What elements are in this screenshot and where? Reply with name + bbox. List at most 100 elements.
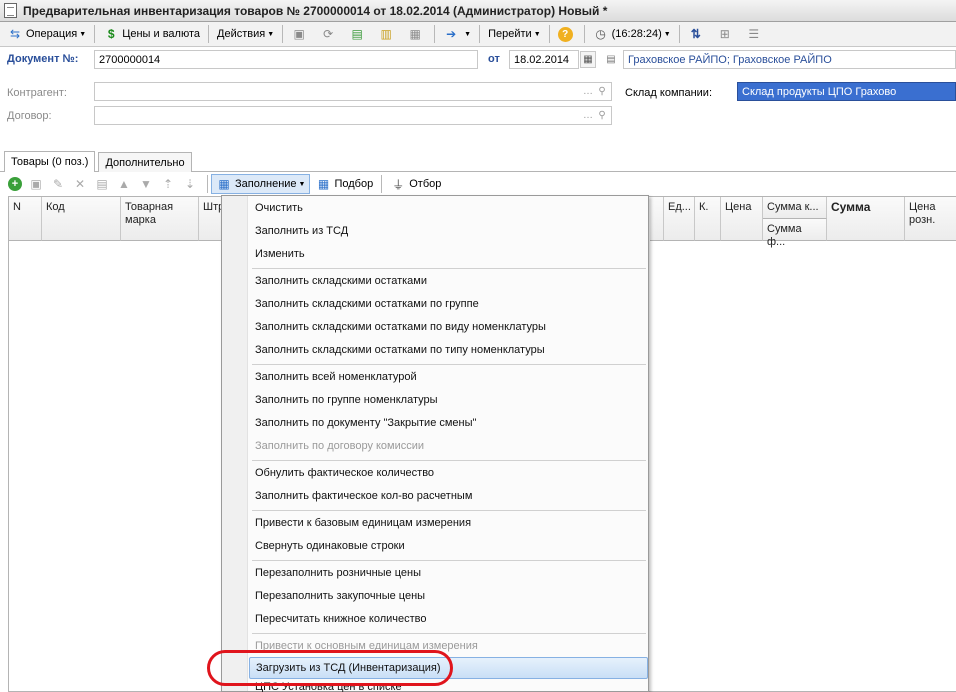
organization-field[interactable]: Граховское РАЙПО; Граховское РАЙПО: [623, 50, 956, 69]
list-picker-icon[interactable]: ▤: [603, 51, 619, 68]
column-header-n[interactable]: N: [9, 197, 42, 241]
column-header-code[interactable]: Код: [42, 197, 121, 241]
move-up-icon[interactable]: ▲: [116, 176, 132, 192]
menu-item-fill-by-shift-closing[interactable]: Заполнить по документу "Закрытие смены": [249, 412, 648, 434]
fill-table-icon: ▦: [218, 177, 230, 191]
prices-currency-button[interactable]: $ Цены и валюта: [98, 24, 205, 45]
menu-item-clear[interactable]: Очистить: [249, 197, 648, 219]
help-icon: ?: [557, 26, 573, 42]
menu-item-convert-base-units[interactable]: Привести к базовым единицам измерения: [249, 512, 648, 534]
ellipsis-icon[interactable]: …: [581, 83, 595, 100]
operation-button[interactable]: ⇆ Операция ▼: [2, 24, 91, 45]
refresh-icon: ⟳: [323, 27, 334, 41]
doc-number-field[interactable]: 2700000014: [94, 50, 478, 69]
column-header-sum-k[interactable]: Сумма к...: [763, 197, 827, 219]
sort-button[interactable]: ⇅: [683, 24, 712, 45]
column-header-brand[interactable]: Товарная марка: [121, 197, 199, 241]
column-header-unit[interactable]: Ед...: [664, 197, 695, 241]
menu-item-fill-by-group[interactable]: Заполнить по группе номенклатуры: [249, 389, 648, 411]
hierarchy-button[interactable]: ⊞: [712, 24, 741, 45]
menu-item-fill-actual-calculated[interactable]: Заполнить фактическое кол-во расчетным: [249, 485, 648, 507]
filter-icon: ⏚: [392, 177, 405, 192]
warehouse-field[interactable]: Склад продукты ЦПО Грахово: [737, 82, 956, 101]
help-button[interactable]: ?: [553, 24, 581, 45]
column-header-price[interactable]: Цена: [721, 197, 763, 241]
main-toolbar: ⇆ Операция ▼ $ Цены и валюта Действия ▼ ▣ …: [0, 22, 956, 47]
ellipsis-icon[interactable]: …: [581, 107, 595, 124]
copy-button[interactable]: ▥: [373, 24, 402, 45]
goto-button[interactable]: Перейти ▼: [483, 24, 546, 45]
chevron-down-icon: ▼: [267, 30, 275, 38]
filter-button[interactable]: ⏚ Отбор: [385, 174, 446, 195]
enter-based-on-button[interactable]: ➔ ▼: [438, 24, 476, 45]
structure-button[interactable]: ▦: [402, 24, 431, 45]
column-header-sum-f[interactable]: Сумма ф...: [763, 219, 827, 248]
column-header-hidden[interactable]: [650, 197, 664, 241]
toolbar-separator: [208, 25, 210, 43]
fill-dropdown-menu: Очистить Заполнить из ТСД Изменить Запол…: [221, 195, 649, 692]
search-icon[interactable]: ⚲: [595, 107, 609, 124]
toolbar-separator: [548, 25, 550, 43]
menu-item-fill-stock-group[interactable]: Заполнить складскими остатками по группе: [249, 293, 648, 315]
menu-separator: [252, 268, 646, 269]
sort-asc-icon[interactable]: ⇡: [160, 176, 176, 192]
time-button[interactable]: ◷ (16:28:24) ▼: [588, 24, 676, 45]
fill-button[interactable]: ▦ Заполнение ▼: [211, 174, 311, 194]
chevron-down-icon: ▼: [79, 30, 87, 38]
actions-button[interactable]: Действия ▼: [212, 24, 279, 45]
menu-item-reset-actual-qty[interactable]: Обнулить фактическое количество: [249, 462, 648, 484]
end-edit-icon[interactable]: ▤: [94, 176, 110, 192]
sort-desc-icon[interactable]: ⇣: [182, 176, 198, 192]
contract-field[interactable]: … ⚲: [94, 106, 612, 125]
move-down-icon[interactable]: ▼: [138, 176, 154, 192]
menu-item-fill-stock-kind[interactable]: Заполнить складскими остатками по виду н…: [249, 316, 648, 338]
column-header-retail-price[interactable]: Цена розн.: [905, 197, 956, 241]
post-button[interactable]: ▤: [344, 24, 373, 45]
date-label: от: [488, 53, 500, 65]
menu-item-refill-purchase-prices[interactable]: Перезаполнить закупочные цены: [249, 585, 648, 607]
list-button[interactable]: ☰: [741, 24, 770, 45]
chevron-down-icon: ▼: [533, 30, 541, 38]
warehouse-label: Склад компании:: [625, 87, 713, 99]
save-icon: ▣: [293, 27, 305, 41]
menu-item-fill-all-nomenclature[interactable]: Заполнить всей номенклатурой: [249, 366, 648, 388]
toolbar-separator: [583, 25, 585, 43]
menu-separator: [252, 510, 646, 511]
tab-additional[interactable]: Дополнительно: [98, 152, 192, 172]
toolbar-separator: [381, 175, 383, 193]
toolbar-separator: [434, 25, 436, 43]
counterparty-label: Контрагент:: [7, 87, 67, 99]
tab-strip: Товары (0 поз.) Дополнительно: [4, 151, 192, 172]
tab-goods[interactable]: Товары (0 поз.): [4, 151, 96, 172]
structure-icon: ▦: [409, 27, 421, 41]
menu-separator: [252, 633, 646, 634]
copy-row-icon[interactable]: ▣: [28, 176, 44, 192]
menu-item-collapse-rows[interactable]: Свернуть одинаковые строки: [249, 535, 648, 557]
menu-item-fill-stock[interactable]: Заполнить складскими остатками: [249, 270, 648, 292]
date-field[interactable]: 18.02.2014: [509, 50, 579, 69]
edit-icon[interactable]: ✎: [50, 176, 66, 192]
menu-item-refill-retail-prices[interactable]: Перезаполнить розничные цены: [249, 562, 648, 584]
document-icon: [4, 3, 17, 18]
counterparty-field[interactable]: … ⚲: [94, 82, 612, 101]
chevron-down-icon: ▼: [298, 180, 306, 188]
delete-icon[interactable]: ✕: [72, 176, 88, 192]
menu-item-fill-stock-type[interactable]: Заполнить складскими остатками по типу н…: [249, 339, 648, 361]
column-header-sum[interactable]: Сумма: [827, 197, 905, 241]
search-icon[interactable]: ⚲: [595, 83, 609, 100]
menu-item-fill-from-tsd[interactable]: Заполнить из ТСД: [249, 220, 648, 242]
chevron-down-icon: ▼: [464, 30, 472, 38]
list-icon: ☰: [748, 27, 760, 41]
column-header-k[interactable]: К.: [695, 197, 721, 241]
refresh-button[interactable]: ⟳: [315, 24, 344, 45]
copy-icon: ▥: [380, 27, 392, 41]
menu-separator: [252, 364, 646, 365]
toolbar-separator: [678, 25, 680, 43]
save-button[interactable]: ▣: [286, 24, 315, 45]
contract-label: Договор:: [7, 110, 52, 122]
pick-button[interactable]: ▦ Подбор: [310, 174, 378, 195]
calendar-icon[interactable]: ▦: [580, 51, 596, 68]
menu-item-edit[interactable]: Изменить: [249, 243, 648, 265]
menu-item-recalc-book-qty[interactable]: Пересчитать книжное количество: [249, 608, 648, 630]
add-icon[interactable]: +: [8, 177, 22, 191]
